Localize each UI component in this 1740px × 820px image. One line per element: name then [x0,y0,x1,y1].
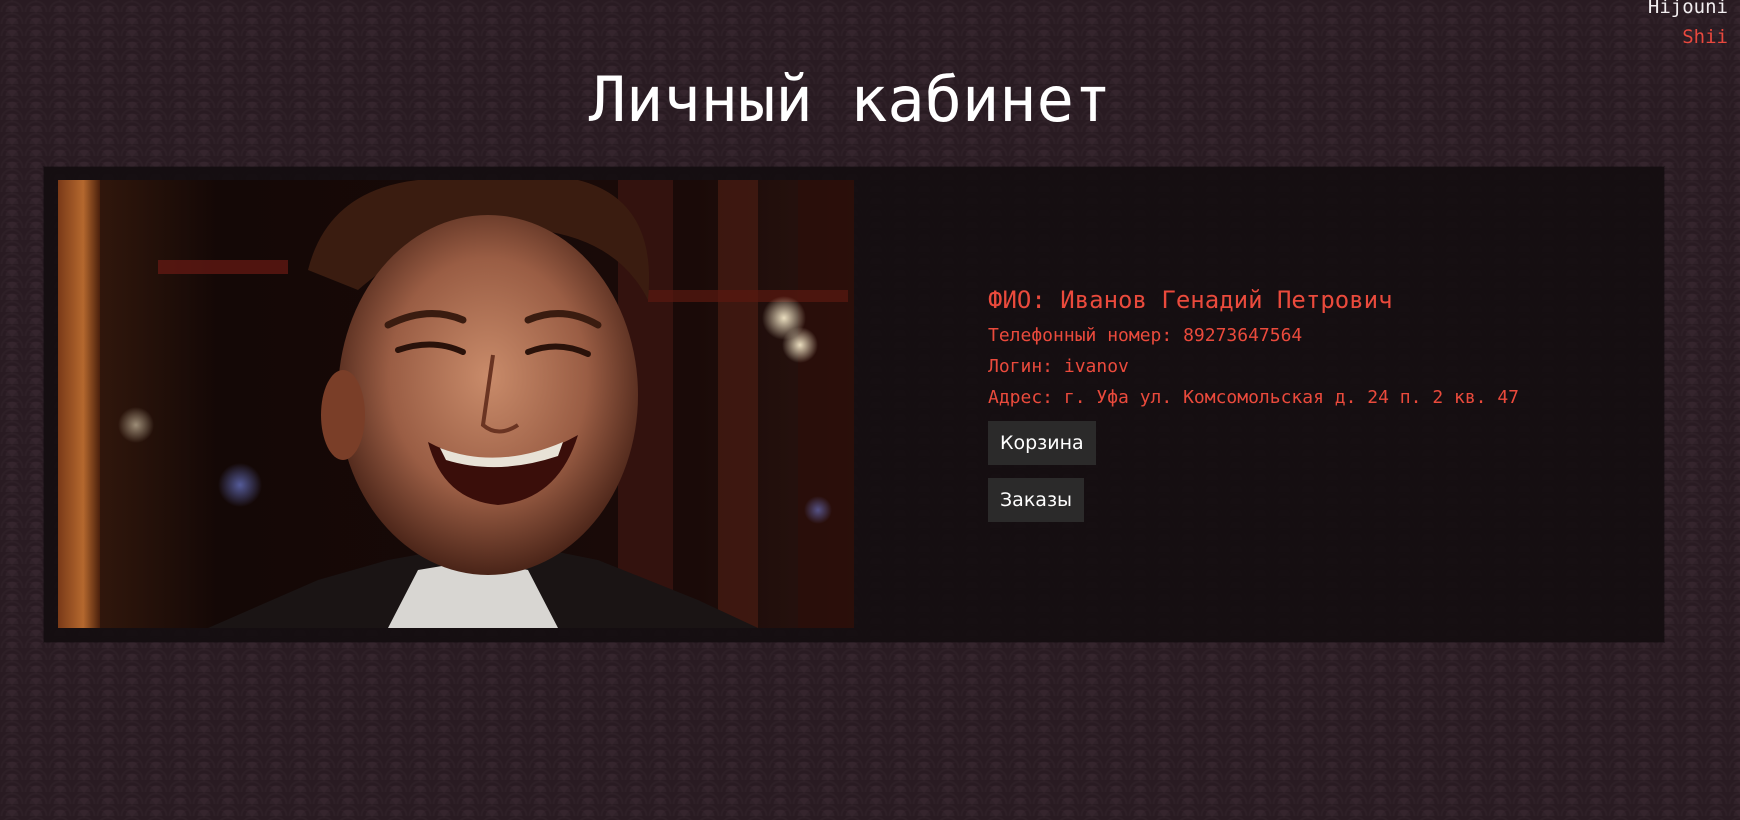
cart-button[interactable]: Корзина [988,421,1096,465]
orders-button[interactable]: Заказы [988,478,1085,522]
profile-fio: ФИО: Иванов Генадий Петрович [988,286,1393,314]
profile-login: Логин: ivanov [988,356,1129,377]
logout-link[interactable]: Shii [1648,22,1728,52]
profile-photo [58,180,854,628]
user-menu: Hijouni Shii [1648,0,1728,52]
page-title: Личный кабинет [588,63,1112,136]
profile-info: ФИО: Иванов Генадий Петрович Телефонный … [988,282,1519,522]
username-link[interactable]: Hijouni [1648,0,1728,22]
profile-card: ФИО: Иванов Генадий Петрович Телефонный … [44,167,1664,642]
profile-phone: Телефонный номер: 89273647564 [988,325,1303,346]
profile-address: Адрес: г. Уфа ул. Комсомольская д. 24 п.… [988,387,1520,408]
